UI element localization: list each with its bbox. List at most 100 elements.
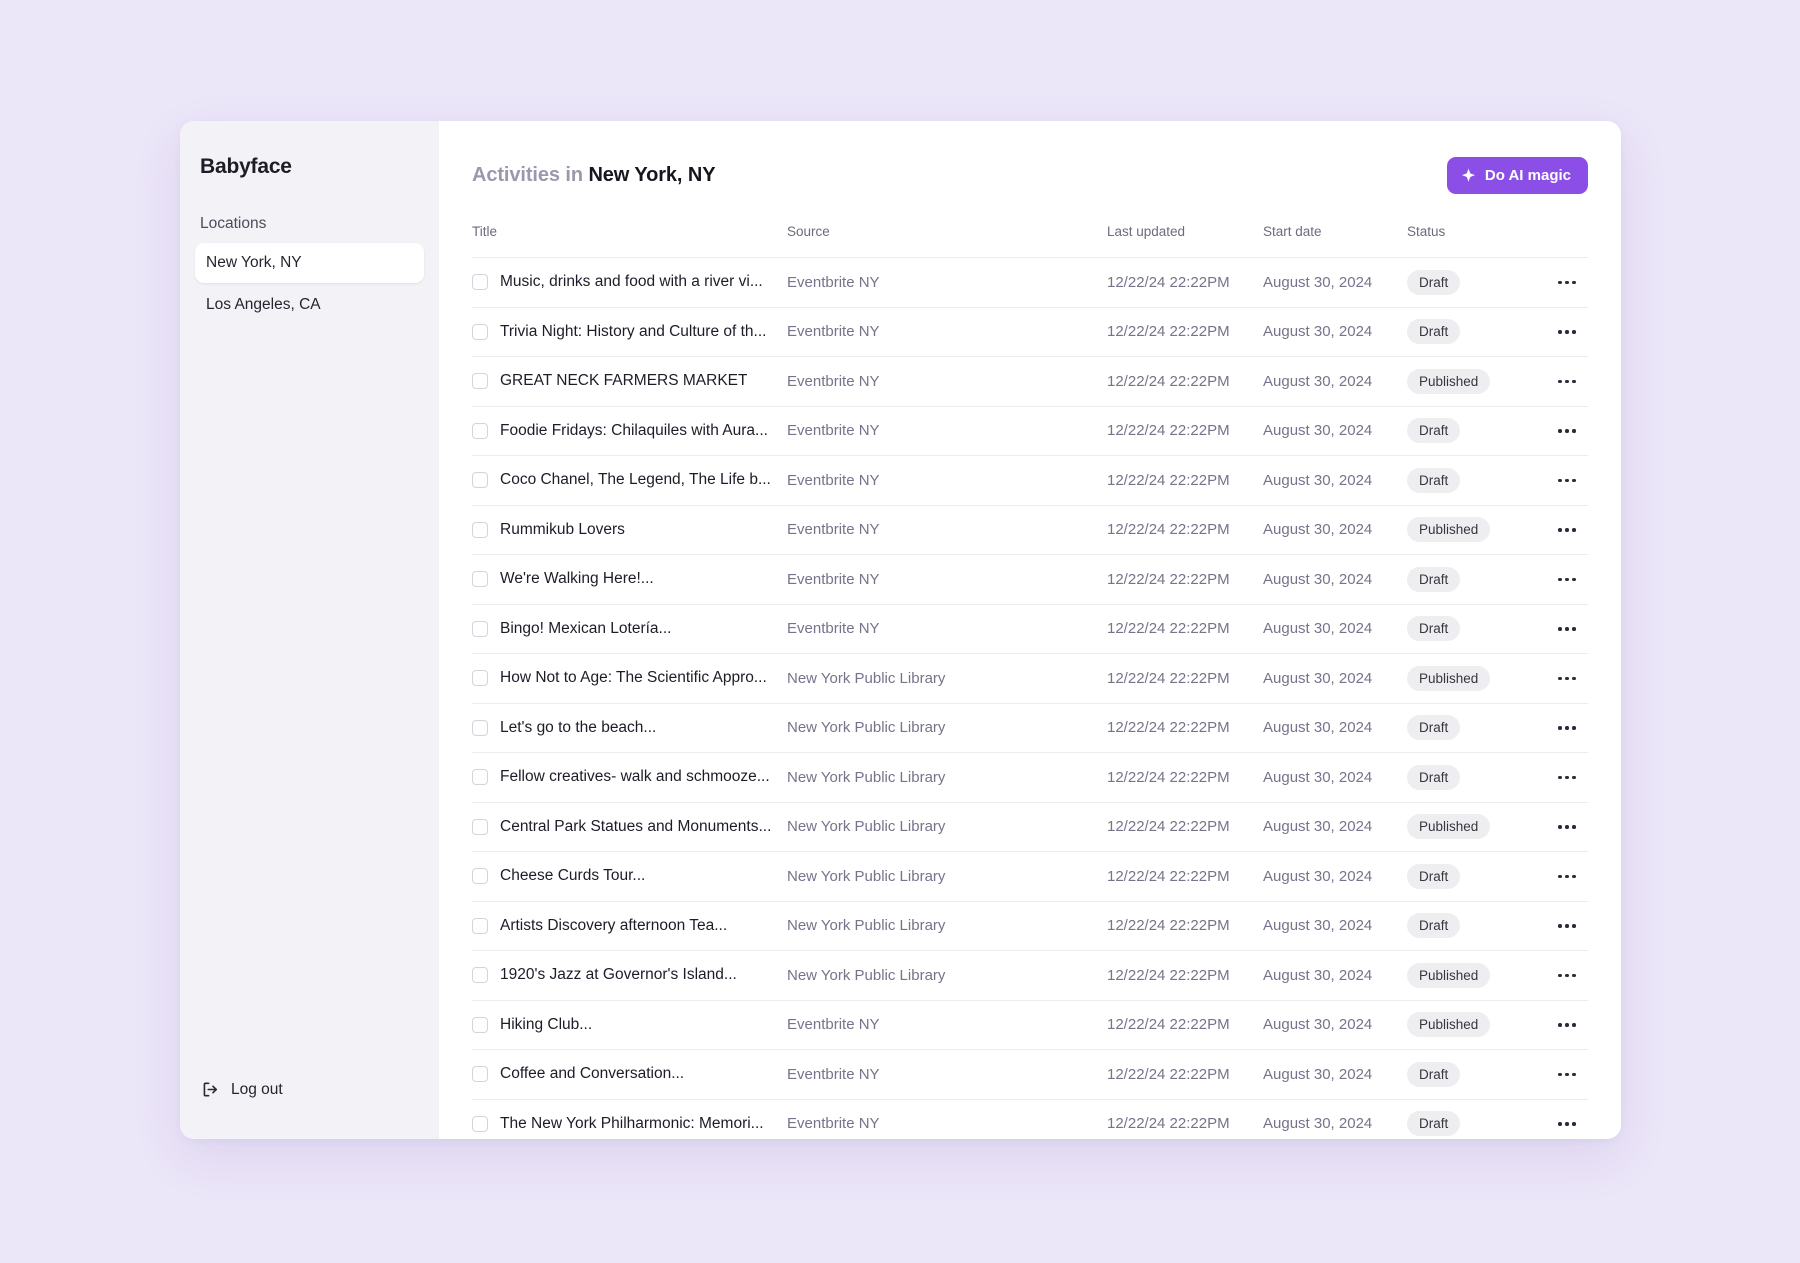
cell-actions: [1546, 473, 1588, 489]
table-row[interactable]: How Not to Age: The Scientific Appro... N…: [472, 654, 1588, 704]
ellipsis-icon[interactable]: [1554, 869, 1580, 885]
table-row[interactable]: Music, drinks and food with a river vi..…: [472, 258, 1588, 308]
table-row[interactable]: 1920's Jazz at Governor's Island... New Y…: [472, 951, 1588, 1001]
table-row[interactable]: GREAT NECK FARMERS MARKET Eventbrite NY 12…: [472, 357, 1588, 407]
ellipsis-icon[interactable]: [1554, 324, 1580, 340]
row-checkbox[interactable]: [472, 472, 488, 489]
ellipsis-icon[interactable]: [1554, 671, 1580, 687]
status-badge: Published: [1407, 962, 1491, 988]
ellipsis-icon[interactable]: [1554, 1017, 1580, 1033]
row-checkbox[interactable]: [472, 967, 488, 984]
sidebar-item-new-york[interactable]: New York, NY: [195, 243, 424, 283]
cell-actions: [1546, 572, 1588, 588]
ellipsis-icon[interactable]: [1554, 572, 1580, 588]
row-checkbox[interactable]: [472, 719, 488, 736]
sidebar-item-label: New York, NY: [206, 254, 302, 271]
cell-title: The New York Philharmonic: Memori...: [472, 1115, 787, 1133]
table-row[interactable]: Cheese Curds Tour... New York Public Libr…: [472, 852, 1588, 902]
activity-last-updated: 12/22/24 22:22PM: [1107, 768, 1230, 786]
column-header-title: Title: [472, 224, 498, 239]
row-checkbox[interactable]: [472, 620, 488, 637]
row-checkbox[interactable]: [472, 274, 488, 291]
ellipsis-icon[interactable]: [1554, 1116, 1580, 1132]
activity-source: Eventbrite NY: [787, 372, 880, 390]
row-checkbox[interactable]: [472, 521, 488, 538]
row-checkbox[interactable]: [472, 670, 488, 687]
table-row[interactable]: Trivia Night: History and Culture of th.…: [472, 308, 1588, 357]
row-checkbox[interactable]: [472, 1016, 488, 1033]
ellipsis-icon[interactable]: [1554, 473, 1580, 489]
logout-button[interactable]: Log out: [195, 1072, 424, 1107]
table-row[interactable]: Bingo! Mexican Lotería... Eventbrite NY 12…: [472, 605, 1588, 654]
cell-title: Central Park Statues and Monuments...: [472, 818, 787, 836]
activity-title: Trivia Night: History and Culture of th.…: [500, 322, 767, 340]
cell-status: Draft: [1407, 1061, 1546, 1087]
activity-title: We're Walking Here!...: [500, 570, 654, 588]
row-checkbox[interactable]: [472, 571, 488, 588]
do-ai-magic-button[interactable]: Do AI magic: [1446, 157, 1588, 194]
activity-start-date: August 30, 2024: [1263, 422, 1373, 440]
cell-actions: [1546, 324, 1588, 340]
ellipsis-icon[interactable]: [1554, 918, 1580, 934]
ellipsis-icon[interactable]: [1554, 423, 1580, 439]
table-row[interactable]: Rummikub Lovers Eventbrite NY 12/22/24 22:…: [472, 506, 1588, 555]
activity-last-updated: 12/22/24 22:22PM: [1107, 867, 1230, 885]
cell-status: Draft: [1407, 616, 1546, 642]
ellipsis-icon[interactable]: [1554, 374, 1580, 390]
table-row[interactable]: Central Park Statues and Monuments... New…: [472, 803, 1588, 852]
cell-actions: [1546, 1067, 1588, 1083]
row-checkbox[interactable]: [472, 1066, 488, 1083]
cell-title: Rummikub Lovers: [472, 521, 787, 539]
cell-status: Draft: [1407, 764, 1546, 790]
table-row[interactable]: Fellow creatives- walk and schmooze... Ne…: [472, 753, 1588, 803]
table-body: Music, drinks and food with a river vi..…: [472, 258, 1588, 1139]
ellipsis-icon[interactable]: [1554, 1067, 1580, 1083]
row-checkbox[interactable]: [472, 1115, 488, 1132]
status-badge: Draft: [1407, 566, 1461, 592]
row-checkbox[interactable]: [472, 373, 488, 390]
sidebar-item-label: Los Angeles, CA: [206, 296, 321, 313]
column-header-last-updated: Last updated: [1107, 224, 1186, 239]
cell-status: Published: [1407, 1012, 1546, 1038]
row-checkbox[interactable]: [472, 769, 488, 786]
ellipsis-icon[interactable]: [1554, 968, 1580, 984]
status-badge: Published: [1407, 517, 1491, 543]
cell-actions: [1546, 1017, 1588, 1033]
activity-start-date: August 30, 2024: [1263, 719, 1373, 737]
ellipsis-icon[interactable]: [1554, 522, 1580, 538]
table-row[interactable]: Foodie Fridays: Chilaquiles with Aura...…: [472, 407, 1588, 456]
sparkle-icon: [1461, 168, 1476, 183]
activity-title: How Not to Age: The Scientific Appro...: [500, 669, 767, 687]
activity-title: 1920's Jazz at Governor's Island...: [500, 966, 737, 984]
status-badge: Draft: [1407, 764, 1461, 790]
activity-last-updated: 12/22/24 22:22PM: [1107, 620, 1230, 638]
ellipsis-icon[interactable]: [1554, 275, 1580, 291]
row-checkbox[interactable]: [472, 917, 488, 934]
row-checkbox[interactable]: [472, 422, 488, 439]
ellipsis-icon[interactable]: [1554, 819, 1580, 835]
table-row[interactable]: Coco Chanel, The Legend, The Life b... Ev…: [472, 456, 1588, 506]
activity-title: Coffee and Conversation...: [500, 1065, 685, 1083]
table-row[interactable]: Let's go to the beach... New York Public …: [472, 704, 1588, 753]
table-row[interactable]: Coffee and Conversation... Eventbrite NY 1…: [472, 1050, 1588, 1100]
table-row[interactable]: We're Walking Here!... Eventbrite NY 12/22…: [472, 555, 1588, 605]
activity-source: New York Public Library: [787, 818, 946, 836]
ellipsis-icon[interactable]: [1554, 621, 1580, 637]
page-title-prefix: Activities in: [472, 164, 583, 186]
cell-title: How Not to Age: The Scientific Appro...: [472, 669, 787, 687]
table-row[interactable]: Artists Discovery afternoon Tea... New Yo…: [472, 902, 1588, 951]
app-window: Babyface Locations New York, NY Los Ange…: [180, 121, 1621, 1139]
ellipsis-icon[interactable]: [1554, 770, 1580, 786]
row-checkbox[interactable]: [472, 818, 488, 835]
ellipsis-icon[interactable]: [1554, 720, 1580, 736]
activity-source: New York Public Library: [787, 867, 946, 885]
status-badge: Draft: [1407, 319, 1461, 345]
table-row[interactable]: The New York Philharmonic: Memori... Even…: [472, 1100, 1588, 1140]
activity-last-updated: 12/22/24 22:22PM: [1107, 471, 1230, 489]
sidebar-item-los-angeles[interactable]: Los Angeles, CA: [195, 285, 424, 325]
activity-last-updated: 12/22/24 22:22PM: [1107, 669, 1230, 687]
row-checkbox[interactable]: [472, 323, 488, 340]
table-row[interactable]: Hiking Club... Eventbrite NY 12/22/24 22:2…: [472, 1001, 1588, 1050]
cell-title: Bingo! Mexican Lotería...: [472, 620, 787, 638]
row-checkbox[interactable]: [472, 868, 488, 885]
